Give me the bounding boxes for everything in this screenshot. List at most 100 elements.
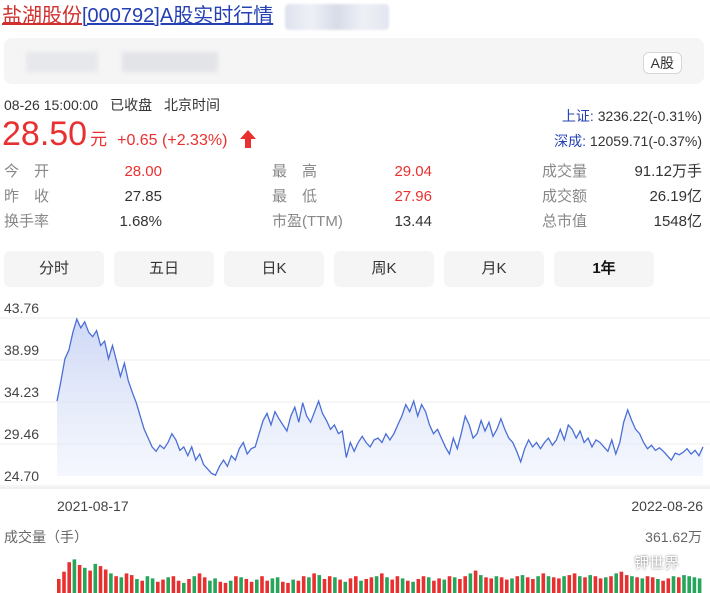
price-chart[interactable]: 43.76 38.99 34.23 29.46 24.70 2021-08-17 2022-… bbox=[0, 296, 710, 521]
index-shenzhen[interactable]: 深成: 12059.71(-0.37%) bbox=[554, 131, 702, 151]
volume-bar bbox=[671, 576, 676, 593]
market-state-text: 已收盘 bbox=[110, 97, 153, 113]
volume-bar bbox=[546, 576, 551, 593]
volume-bar bbox=[145, 576, 150, 593]
stat-label: 今 开 bbox=[4, 163, 50, 180]
y-tick-label: 29.46 bbox=[4, 426, 39, 442]
volume-bar bbox=[187, 579, 191, 593]
tab-4[interactable]: 月K bbox=[444, 251, 544, 287]
stat-value: 1548亿 bbox=[653, 213, 702, 230]
volume-bar bbox=[572, 573, 577, 593]
stat-label: 最 低 bbox=[272, 188, 318, 205]
volume-bar bbox=[562, 576, 566, 593]
volume-chart bbox=[57, 559, 702, 593]
blurred-text bbox=[26, 52, 98, 72]
volume-bar bbox=[598, 578, 603, 593]
market-badge[interactable]: A股 bbox=[642, 52, 682, 74]
volume-bar bbox=[609, 576, 613, 593]
index-value: 12059.71(-0.37%) bbox=[589, 133, 702, 149]
volume-bar bbox=[119, 577, 124, 593]
price-area bbox=[57, 319, 703, 476]
volume-bar bbox=[505, 579, 509, 593]
volume-bar bbox=[140, 580, 144, 593]
volume-bar bbox=[468, 573, 473, 593]
volume-bar bbox=[583, 577, 587, 593]
volume-bar bbox=[400, 578, 405, 593]
volume-bar bbox=[525, 577, 530, 593]
stats-row: 换手率 1.68% 市盈(TTM) 13.44 总市值 1548亿 bbox=[4, 209, 704, 235]
volume-bar bbox=[656, 579, 660, 593]
tab-1[interactable]: 五日 bbox=[114, 251, 214, 287]
volume-bar bbox=[666, 578, 671, 593]
stock-name-link[interactable]: 盐湖股份 bbox=[2, 5, 82, 27]
index-shanghai[interactable]: 上证: 3236.22(-0.31%) bbox=[562, 106, 702, 126]
price-unit: 元 bbox=[90, 130, 108, 149]
stock-code-link[interactable]: [000792]A股实时行情 bbox=[82, 5, 273, 27]
volume-bar bbox=[442, 579, 447, 593]
volume-bar bbox=[452, 577, 457, 593]
volume-bar bbox=[380, 573, 384, 593]
volume-bar bbox=[77, 565, 82, 593]
volume-bar bbox=[223, 582, 228, 593]
up-arrow-icon bbox=[239, 129, 256, 148]
volume-bar bbox=[270, 578, 275, 593]
stat-value: 27.96 bbox=[394, 188, 432, 205]
period-tabs: 分时 五日 日K 周K 月K 1年 bbox=[4, 251, 704, 289]
volume-bar bbox=[630, 576, 634, 593]
volume-bar bbox=[437, 578, 441, 593]
stat-label: 成交量 bbox=[542, 163, 588, 180]
volume-bar bbox=[182, 582, 186, 593]
volume-bar bbox=[301, 576, 306, 593]
volume-bar bbox=[614, 573, 618, 593]
volume-bar bbox=[296, 580, 301, 593]
tab-5[interactable]: 1年 bbox=[554, 251, 654, 287]
blurred-text bbox=[122, 52, 218, 72]
stat-value: 28.00 bbox=[124, 163, 162, 180]
volume-bar bbox=[551, 577, 556, 593]
volume-bar bbox=[692, 577, 697, 593]
volume-bar bbox=[197, 573, 202, 593]
volume-bar bbox=[103, 569, 108, 593]
volume-bar bbox=[135, 579, 139, 593]
wechat-icon bbox=[612, 557, 630, 571]
tab-0[interactable]: 分时 bbox=[4, 251, 104, 287]
stat-label: 市盈(TTM) bbox=[272, 213, 343, 230]
volume-bar bbox=[531, 579, 535, 593]
volume-bar bbox=[426, 577, 431, 593]
volume-bar bbox=[624, 575, 629, 593]
tab-2[interactable]: 日K bbox=[224, 251, 324, 287]
volume-bar bbox=[536, 576, 540, 593]
volume-bar bbox=[171, 576, 176, 593]
volume-bar bbox=[645, 576, 650, 593]
volume-bar bbox=[515, 576, 520, 593]
tab-3[interactable]: 周K bbox=[334, 251, 434, 287]
volume-bar bbox=[520, 575, 525, 593]
volume-bar bbox=[484, 577, 488, 593]
volume-bar bbox=[697, 578, 702, 593]
volume-bar bbox=[150, 578, 155, 593]
volume-bar bbox=[202, 577, 207, 593]
index-label[interactable]: 上证: bbox=[562, 108, 594, 124]
volume-bar bbox=[473, 570, 478, 593]
volume-bar bbox=[166, 577, 170, 593]
volume-bar bbox=[317, 575, 322, 593]
index-label[interactable]: 深成: bbox=[554, 133, 586, 149]
price-change: +0.65 (+2.33%) bbox=[117, 132, 228, 149]
watermark-text: 钾世界 bbox=[634, 555, 680, 572]
volume-bar bbox=[619, 571, 624, 593]
volume-bar bbox=[604, 577, 608, 593]
watermark: 钾世界 bbox=[612, 552, 679, 573]
stock-info-bar: A股 bbox=[4, 38, 704, 84]
stat-value: 29.04 bbox=[394, 163, 432, 180]
volume-bar bbox=[57, 579, 61, 593]
volume-bar bbox=[640, 578, 645, 593]
quote-time: 08-26 15:00:00 已收盘 北京时间 bbox=[4, 95, 228, 115]
volume-bar bbox=[541, 573, 546, 593]
stat-label: 成交额 bbox=[542, 188, 588, 205]
volume-bar bbox=[218, 581, 223, 593]
volume-bar bbox=[322, 579, 327, 593]
page-title[interactable]: 盐湖股份[000792]A股实时行情 bbox=[2, 2, 389, 30]
x-start-label: 2021-08-17 bbox=[57, 498, 129, 514]
datetime-text: 08-26 15:00:00 bbox=[4, 97, 99, 113]
stat-label: 昨 收 bbox=[4, 188, 50, 205]
